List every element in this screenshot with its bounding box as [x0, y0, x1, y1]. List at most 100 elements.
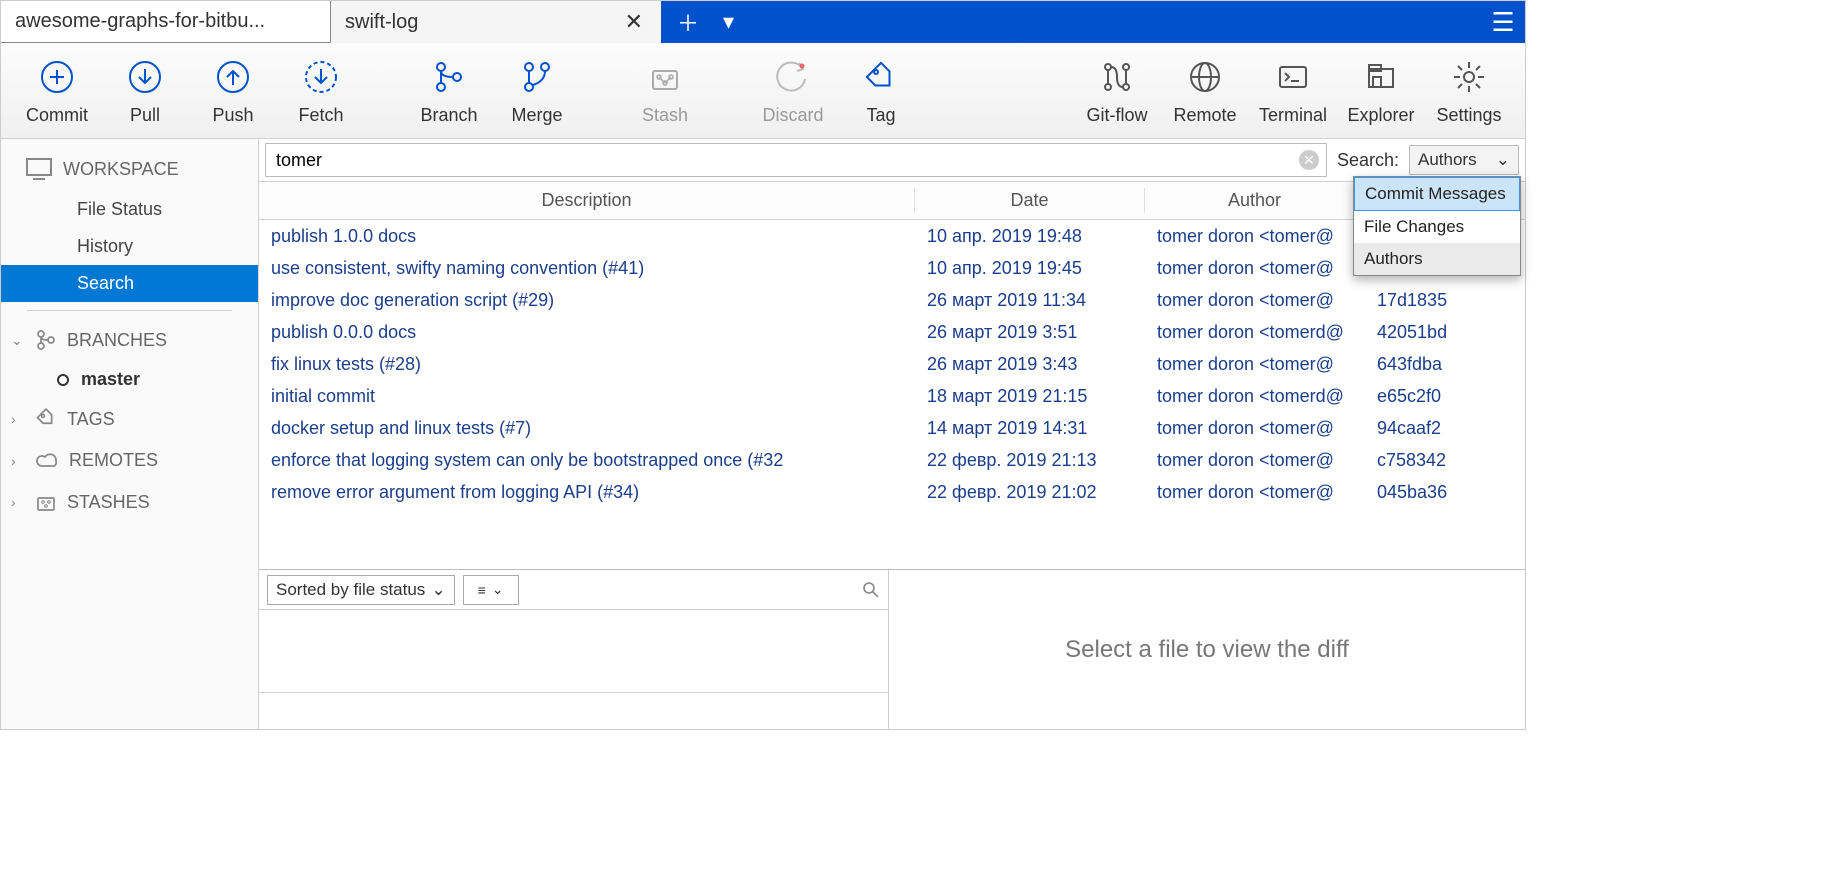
fetch-button[interactable]: Fetch: [277, 43, 365, 138]
table-row[interactable]: improve doc generation script (#29)26 ма…: [259, 284, 1525, 316]
table-row[interactable]: initial commit18 март 2019 21:15tomer do…: [259, 380, 1525, 412]
table-row[interactable]: publish 0.0.0 docs26 март 2019 3:51tomer…: [259, 316, 1525, 348]
table-row[interactable]: remove error argument from logging API (…: [259, 476, 1525, 508]
commit-table-body[interactable]: publish 1.0.0 docs10 апр. 2019 19:48tome…: [259, 220, 1525, 569]
cell-author: tomer doron <tomerd@: [1145, 384, 1365, 409]
cell-author: tomer doron <tomer@: [1145, 288, 1365, 313]
close-icon[interactable]: ✕: [625, 9, 643, 35]
search-box: ✕: [265, 143, 1327, 177]
search-icon[interactable]: [862, 581, 880, 599]
cell-desc: publish 0.0.0 docs: [259, 320, 915, 345]
explorer-icon: [1359, 55, 1403, 99]
stash-button[interactable]: Stash: [621, 43, 709, 138]
cell-author: tomer doron <tomer@: [1145, 256, 1365, 281]
merge-button[interactable]: Merge: [493, 43, 581, 138]
settings-button[interactable]: Settings: [1425, 43, 1513, 138]
stash-icon: [35, 491, 57, 513]
sidebar-stashes-head[interactable]: › STASHES: [1, 481, 258, 523]
cell-desc: enforce that logging system can only be …: [259, 448, 915, 473]
search-scope-dropdown[interactable]: Authors ⌄: [1409, 145, 1519, 175]
cell-date: 26 март 2019 3:51: [915, 320, 1145, 345]
search-scope-option-file-changes[interactable]: File Changes: [1354, 211, 1520, 243]
settings-icon: [1447, 55, 1491, 99]
sidebar-branches-head[interactable]: ⌄ BRANCHES: [1, 319, 258, 361]
tag-label: Tag: [866, 105, 895, 126]
pull-button[interactable]: Pull: [101, 43, 189, 138]
app-window: awesome-graphs-for-bitbu... swift-log ✕ …: [0, 0, 1526, 730]
sidebar-workspace-label: WORKSPACE: [63, 159, 179, 180]
discard-icon: [771, 55, 815, 99]
th-date[interactable]: Date: [915, 188, 1145, 213]
hamburger-icon[interactable]: ☰: [1481, 1, 1525, 43]
sort-label: Sorted by file status: [276, 580, 425, 600]
cell-hash: 42051bd: [1365, 320, 1525, 345]
th-description[interactable]: Description: [259, 188, 915, 213]
tab-inactive[interactable]: awesome-graphs-for-bitbu...: [1, 1, 331, 43]
cell-desc: fix linux tests (#28): [259, 352, 915, 377]
push-label: Push: [212, 105, 253, 126]
tab-active[interactable]: swift-log ✕: [331, 1, 661, 43]
search-scope-option-authors[interactable]: Authors: [1354, 243, 1520, 275]
body: WORKSPACE File Status History Search ⌄ B…: [1, 139, 1525, 729]
pull-icon: [123, 55, 167, 99]
sidebar-item-history[interactable]: History: [1, 228, 258, 265]
tag-button[interactable]: Tag: [837, 43, 925, 138]
search-input[interactable]: [265, 143, 1327, 177]
search-scope-option-commit-messages[interactable]: Commit Messages: [1354, 177, 1520, 211]
branch-master[interactable]: master: [1, 361, 258, 398]
cell-desc: initial commit: [259, 384, 915, 409]
commit-button[interactable]: Commit: [13, 43, 101, 138]
push-button[interactable]: Push: [189, 43, 277, 138]
commit-table: Description Date Author Commit publish 1…: [259, 182, 1525, 569]
cell-author: tomer doron <tomerd@: [1145, 320, 1365, 345]
explorer-button[interactable]: Explorer: [1337, 43, 1425, 138]
terminal-button[interactable]: Terminal: [1249, 43, 1337, 138]
commit-table-head: Description Date Author Commit: [259, 182, 1525, 220]
cell-hash: 17d1835: [1365, 288, 1525, 313]
sidebar-divider: [27, 310, 232, 311]
cell-date: 14 март 2019 14:31: [915, 416, 1145, 441]
cell-date: 10 апр. 2019 19:48: [915, 224, 1145, 249]
file-list-controls: Sorted by file status ⌄ ≡ ⌄: [259, 570, 888, 610]
branch-button[interactable]: Branch: [405, 43, 493, 138]
new-tab-icon[interactable]: ＋: [677, 6, 699, 38]
sidebar-remotes-head[interactable]: › REMOTES: [1, 440, 258, 481]
chevron-right-icon: ›: [11, 453, 25, 469]
discard-button[interactable]: Discard: [749, 43, 837, 138]
tab-bar: awesome-graphs-for-bitbu... swift-log ✕ …: [1, 1, 1525, 43]
cell-date: 26 март 2019 11:34: [915, 288, 1145, 313]
table-row[interactable]: fix linux tests (#28)26 март 2019 3:43to…: [259, 348, 1525, 380]
file-list-footer: [259, 693, 888, 729]
table-row[interactable]: use consistent, swifty naming convention…: [259, 252, 1525, 284]
gitflow-button[interactable]: Git-flow: [1073, 43, 1161, 138]
sidebar-item-search[interactable]: Search: [1, 265, 258, 302]
bottom-pane: Sorted by file status ⌄ ≡ ⌄: [259, 569, 1525, 729]
search-label: Search:: [1333, 150, 1403, 171]
th-author[interactable]: Author: [1145, 188, 1365, 213]
cell-author: tomer doron <tomer@: [1145, 448, 1365, 473]
cell-author: tomer doron <tomer@: [1145, 416, 1365, 441]
sidebar-item-filestatus[interactable]: File Status: [1, 191, 258, 228]
table-row[interactable]: enforce that logging system can only be …: [259, 444, 1525, 476]
tab-active-label: swift-log: [345, 11, 418, 34]
tag-icon: [859, 55, 903, 99]
cell-hash: 643fdba: [1365, 352, 1525, 377]
tab-menu-icon[interactable]: ▾: [723, 9, 734, 35]
clear-search-icon[interactable]: ✕: [1299, 150, 1319, 170]
main-panel: ✕ Search: Authors ⌄ Commit Messages File…: [259, 139, 1525, 729]
list-icon: ≡: [478, 582, 486, 598]
chevron-down-icon: ⌄: [1496, 150, 1510, 170]
sidebar-workspace-head: WORKSPACE: [1, 147, 258, 191]
table-row[interactable]: publish 1.0.0 docs10 апр. 2019 19:48tome…: [259, 220, 1525, 252]
sidebar-tags-head[interactable]: › TAGS: [1, 398, 258, 440]
explorer-label: Explorer: [1347, 105, 1414, 126]
sort-dropdown[interactable]: Sorted by file status ⌄: [267, 575, 455, 605]
file-list-area: [259, 610, 888, 693]
remote-button[interactable]: Remote: [1161, 43, 1249, 138]
view-mode-dropdown[interactable]: ≡ ⌄: [463, 575, 519, 605]
cell-date: 18 март 2019 21:15: [915, 384, 1145, 409]
search-scope-menu: Commit Messages File Changes Authors: [1353, 176, 1521, 276]
table-row[interactable]: docker setup and linux tests (#7)14 март…: [259, 412, 1525, 444]
stash-icon: [643, 55, 687, 99]
diff-placeholder: Select a file to view the diff: [889, 570, 1525, 729]
